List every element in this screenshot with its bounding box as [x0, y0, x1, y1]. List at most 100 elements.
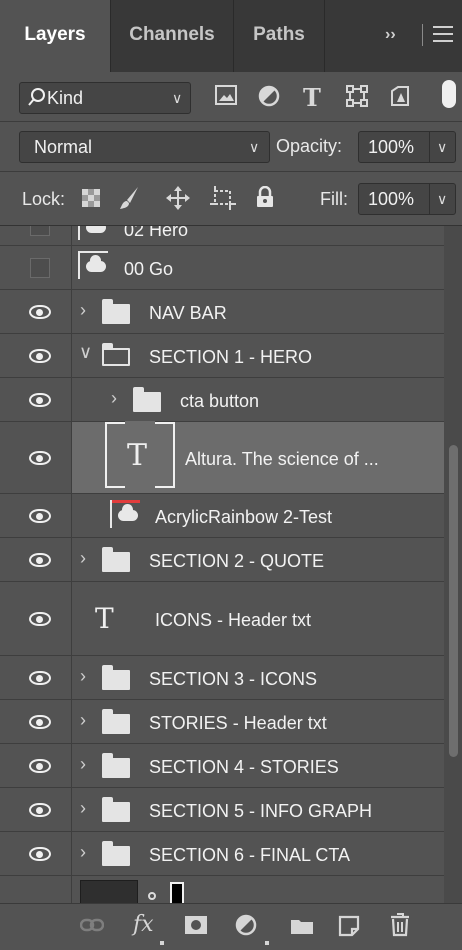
chevron-right-icon[interactable]: ›: [80, 548, 86, 569]
visibility-toggle[interactable]: [0, 744, 72, 787]
layer-row[interactable]: › SECTION 4 - STORIES: [0, 744, 444, 788]
visibility-toggle[interactable]: [0, 226, 72, 245]
eye-icon[interactable]: [29, 349, 51, 363]
link-layers-icon[interactable]: [79, 916, 105, 939]
layer-name[interactable]: Altura. The science of ...: [185, 449, 379, 470]
fill-field[interactable]: 100% ∨: [358, 183, 456, 215]
hidden-visibility-box[interactable]: [30, 226, 50, 236]
layer-row[interactable]: › SECTION 6 - FINAL CTA: [0, 832, 444, 876]
visibility-toggle[interactable]: [0, 656, 72, 699]
eye-icon[interactable]: [29, 509, 51, 523]
opacity-value[interactable]: 100%: [368, 137, 414, 158]
eye-icon[interactable]: [29, 305, 51, 319]
tab-paths[interactable]: Paths: [234, 0, 324, 72]
opacity-field[interactable]: 100% ∨: [358, 131, 456, 163]
layer-name[interactable]: SECTION 6 - FINAL CTA: [149, 845, 350, 866]
eye-icon[interactable]: [29, 847, 51, 861]
tab-channels[interactable]: Channels: [111, 0, 233, 72]
layer-row[interactable]: › STORIES - Header txt: [0, 700, 444, 744]
layer-name[interactable]: 02 Hero: [124, 226, 188, 241]
layer-name[interactable]: SECTION 1 - HERO: [149, 347, 312, 368]
adjustment-layer-icon[interactable]: [235, 914, 257, 942]
layer-name[interactable]: SECTION 4 - STORIES: [149, 757, 339, 778]
chevron-down-icon[interactable]: ∨: [437, 139, 447, 156]
visibility-toggle[interactable]: [0, 290, 72, 333]
eye-icon[interactable]: [29, 393, 51, 407]
lock-transparent-pixels-icon[interactable]: [82, 189, 100, 212]
layer-row[interactable]: 00 Go: [0, 246, 444, 290]
chevron-right-icon[interactable]: ›: [80, 300, 86, 321]
visibility-toggle[interactable]: [0, 422, 72, 493]
eye-icon[interactable]: [29, 759, 51, 773]
layer-row[interactable]: › cta button: [0, 378, 444, 422]
eye-icon[interactable]: [29, 671, 51, 685]
chevron-down-icon[interactable]: ∨: [437, 191, 447, 208]
layer-row-partial[interactable]: [0, 876, 444, 903]
tab-layers[interactable]: Layers: [0, 0, 110, 72]
layer-row[interactable]: › SECTION 3 - ICONS: [0, 656, 444, 700]
chevron-right-icon[interactable]: ›: [111, 388, 117, 409]
pixel-filter-icon[interactable]: [215, 85, 237, 111]
folder-icon: [102, 665, 130, 690]
eye-icon[interactable]: [29, 715, 51, 729]
filter-kind-dropdown[interactable]: Kind ∨: [19, 82, 191, 114]
layer-name[interactable]: SECTION 3 - ICONS: [149, 669, 317, 690]
visibility-toggle[interactable]: [0, 876, 72, 903]
smart-object-filter-icon[interactable]: [390, 85, 412, 113]
lock-image-pixels-icon[interactable]: [118, 186, 140, 215]
layer-row[interactable]: AcrylicRainbow 2-Test: [0, 494, 444, 538]
hidden-visibility-box[interactable]: [30, 258, 50, 278]
layer-name[interactable]: STORIES - Header txt: [149, 713, 327, 734]
chevron-right-icon[interactable]: ›: [80, 842, 86, 863]
layer-name[interactable]: NAV BAR: [149, 303, 227, 324]
layer-name[interactable]: AcrylicRainbow 2-Test: [155, 507, 332, 528]
new-layer-icon[interactable]: [338, 915, 360, 943]
visibility-toggle[interactable]: [0, 494, 72, 537]
layers-scrollbar-thumb[interactable]: [449, 445, 458, 757]
layer-row[interactable]: 02 Hero: [0, 226, 444, 246]
lock-artboard-icon[interactable]: [210, 186, 236, 215]
adjustment-filter-icon[interactable]: [258, 85, 280, 113]
fill-value[interactable]: 100%: [368, 189, 414, 210]
layer-name[interactable]: ICONS - Header txt: [155, 610, 311, 631]
filter-toggle-icon[interactable]: [442, 80, 456, 108]
eye-icon[interactable]: [29, 803, 51, 817]
layer-row[interactable]: › SECTION 2 - QUOTE: [0, 538, 444, 582]
chevron-right-icon[interactable]: ›: [80, 710, 86, 731]
layer-name[interactable]: SECTION 2 - QUOTE: [149, 551, 324, 572]
delete-layer-icon[interactable]: [390, 913, 410, 943]
chevron-right-icon[interactable]: ›: [80, 754, 86, 775]
visibility-toggle[interactable]: [0, 700, 72, 743]
shape-filter-icon[interactable]: [346, 85, 368, 113]
add-mask-icon[interactable]: [184, 915, 208, 941]
eye-icon[interactable]: [29, 451, 51, 465]
layer-row[interactable]: T ICONS - Header txt: [0, 582, 444, 656]
eye-icon[interactable]: [29, 553, 51, 567]
visibility-toggle[interactable]: [0, 334, 72, 377]
eye-icon[interactable]: [29, 612, 51, 626]
layer-row[interactable]: ∨ SECTION 1 - HERO: [0, 334, 444, 378]
visibility-toggle[interactable]: [0, 788, 72, 831]
type-filter-icon[interactable]: T: [303, 83, 321, 112]
lock-position-icon[interactable]: [166, 186, 190, 215]
fx-icon[interactable]: fx: [133, 912, 154, 937]
layer-row[interactable]: › SECTION 5 - INFO GRAPH: [0, 788, 444, 832]
visibility-toggle[interactable]: [0, 246, 72, 289]
visibility-toggle[interactable]: [0, 582, 72, 655]
chevron-down-icon[interactable]: ∨: [79, 342, 92, 363]
visibility-toggle[interactable]: [0, 538, 72, 581]
panel-menu-icon[interactable]: [433, 26, 453, 47]
lock-all-icon[interactable]: [256, 185, 274, 213]
layer-name[interactable]: SECTION 5 - INFO GRAPH: [149, 801, 372, 822]
new-group-icon[interactable]: [290, 917, 314, 941]
chevron-right-icon[interactable]: ›: [80, 666, 86, 687]
tab-overflow-button[interactable]: ››: [385, 0, 396, 72]
visibility-toggle[interactable]: [0, 832, 72, 875]
layer-row[interactable]: › NAV BAR: [0, 290, 444, 334]
chevron-right-icon[interactable]: ›: [80, 798, 86, 819]
layer-name[interactable]: 00 Go: [124, 259, 173, 280]
visibility-toggle[interactable]: [0, 378, 72, 421]
blend-mode-dropdown[interactable]: Normal ∨: [19, 131, 270, 163]
layer-name[interactable]: cta button: [180, 391, 259, 412]
layer-row-selected[interactable]: T Altura. The science of ...: [0, 421, 444, 494]
